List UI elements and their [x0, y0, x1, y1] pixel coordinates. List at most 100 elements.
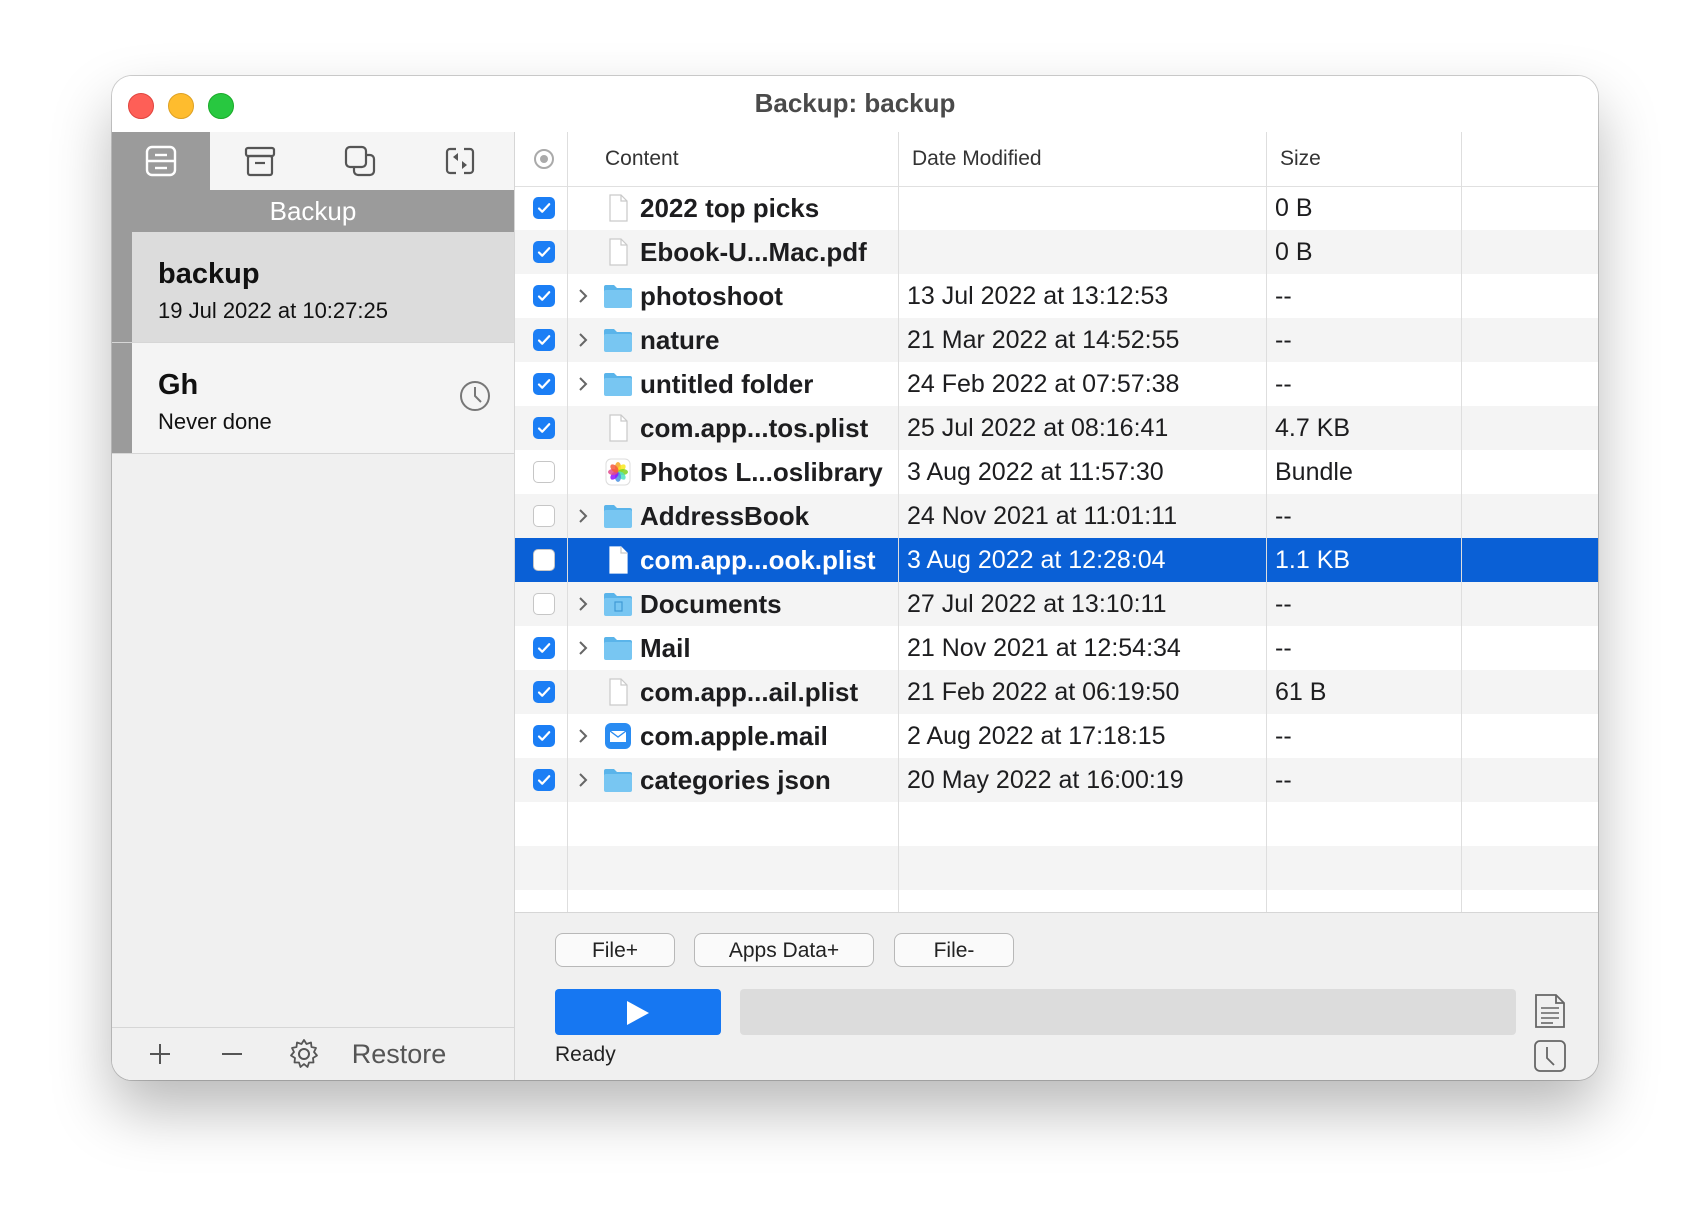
row-checkbox[interactable]	[533, 505, 555, 527]
file-date-modified: 21 Nov 2021 at 12:54:34	[907, 634, 1181, 662]
disclosure-chevron-icon[interactable]	[577, 507, 589, 525]
file-name: 2022 top picks	[640, 193, 820, 223]
file-name: Ebook-U...Mac.pdf	[640, 237, 867, 267]
row-checkbox[interactable]	[533, 593, 555, 615]
file-name: photoshoot	[640, 281, 783, 311]
folder-icon	[604, 329, 632, 352]
tab-archive[interactable]	[210, 132, 310, 190]
row-checkbox[interactable]	[533, 769, 555, 791]
disclosure-chevron-icon[interactable]	[577, 331, 589, 349]
item-indicator	[112, 343, 132, 453]
backup-name: backup	[158, 258, 260, 290]
add-apps-data-button[interactable]: Apps Data+	[694, 933, 874, 967]
column-header-date-modified[interactable]: Date Modified	[912, 132, 1042, 186]
table-row[interactable]: categories json 20 May 2022 at 16:00:19 --	[515, 758, 1598, 802]
checkmark-icon	[537, 291, 551, 301]
table-row[interactable]: com.app...tos.plist 25 Jul 2022 at 08:16:…	[515, 406, 1598, 450]
checkmark-icon	[537, 775, 551, 785]
row-checkbox[interactable]	[533, 197, 555, 219]
remove-backup-button[interactable]	[212, 1028, 252, 1080]
row-checkbox[interactable]	[533, 681, 555, 703]
backup-list-item[interactable]: backup 19 Jul 2022 at 10:27:25	[112, 232, 514, 343]
file-size: --	[1275, 766, 1292, 794]
sidebar-tabbar	[112, 132, 514, 191]
log-document-icon[interactable]	[1533, 993, 1567, 1029]
file-date-modified: 21 Mar 2022 at 14:52:55	[907, 326, 1180, 354]
file-size: --	[1275, 326, 1292, 354]
row-checkbox[interactable]	[533, 725, 555, 747]
file-size: 0 B	[1275, 194, 1313, 222]
tab-clone[interactable]	[310, 132, 410, 190]
minus-icon	[222, 1053, 242, 1055]
select-all-icon[interactable]	[533, 148, 555, 170]
clock-icon[interactable]	[458, 379, 492, 413]
sidebar-toolbar: Restore	[112, 1027, 514, 1080]
tab-sync[interactable]	[410, 132, 510, 190]
action-panel: File+ Apps Data+ File- Ready	[515, 912, 1598, 1080]
file-date-modified: 24 Feb 2022 at 07:57:38	[907, 370, 1180, 398]
checkmark-icon	[537, 247, 551, 257]
disclosure-chevron-icon[interactable]	[577, 595, 589, 613]
file-date-modified: 13 Jul 2022 at 13:12:53	[907, 282, 1169, 310]
settings-button[interactable]	[284, 1028, 324, 1080]
empty-row	[515, 846, 1598, 890]
disclosure-chevron-icon[interactable]	[577, 639, 589, 657]
photos-app-icon	[605, 458, 631, 486]
disclosure-chevron-icon[interactable]	[577, 771, 589, 789]
backup-last-run: 19 Jul 2022 at 10:27:25	[158, 298, 388, 323]
column-header-content[interactable]: Content	[605, 132, 679, 186]
file-name: Photos L...oslibrary	[640, 457, 883, 487]
row-checkbox[interactable]	[533, 637, 555, 659]
remove-file-button[interactable]: File-	[894, 933, 1014, 967]
table-row[interactable]: 2022 top picks 0 B	[515, 186, 1598, 230]
table-header: Content Date Modified Size	[515, 132, 1598, 187]
row-checkbox[interactable]	[533, 373, 555, 395]
add-file-button[interactable]: File+	[555, 933, 675, 967]
file-name: untitled folder	[640, 369, 814, 399]
disclosure-chevron-icon[interactable]	[577, 727, 589, 745]
table-row[interactable]: nature 21 Mar 2022 at 14:52:55 --	[515, 318, 1598, 362]
sync-icon	[445, 147, 475, 175]
table-row[interactable]: com.apple.mail 2 Aug 2022 at 17:18:15 --	[515, 714, 1598, 758]
table-row[interactable]: Ebook-U...Mac.pdf 0 B	[515, 230, 1598, 274]
file-size: Bundle	[1275, 458, 1353, 486]
file-size: 4.7 KB	[1275, 414, 1351, 442]
file-size: --	[1275, 370, 1292, 398]
plus-icon	[150, 1044, 170, 1064]
file-icon	[609, 546, 628, 574]
mail-app-icon	[605, 723, 631, 749]
column-header-size[interactable]: Size	[1280, 132, 1321, 186]
row-checkbox[interactable]	[533, 461, 555, 483]
backup-list-item[interactable]: Gh Never done	[112, 343, 514, 454]
table-row[interactable]: com.app...ook.plist 3 Aug 2022 at 12:28:0…	[515, 538, 1598, 582]
table-row[interactable]: photoshoot 13 Jul 2022 at 13:12:53 --	[515, 274, 1598, 318]
file-size: --	[1275, 502, 1292, 530]
file-size: --	[1275, 590, 1292, 618]
add-backup-button[interactable]	[140, 1028, 180, 1080]
disclosure-chevron-icon[interactable]	[577, 375, 589, 393]
file-icon	[609, 678, 628, 706]
start-backup-button[interactable]	[555, 989, 721, 1035]
table-row[interactable]: Documents 27 Jul 2022 at 13:10:11 --	[515, 582, 1598, 626]
file-size: --	[1275, 282, 1292, 310]
sidebar: Backup backup 19 Jul 2022 at 10:27:25 Gh…	[112, 132, 515, 1080]
file-date-modified: 3 Aug 2022 at 11:57:30	[907, 458, 1164, 486]
row-checkbox[interactable]	[533, 417, 555, 439]
table-row[interactable]: untitled folder 24 Feb 2022 at 07:57:38 --	[515, 362, 1598, 406]
checkmark-icon	[537, 731, 551, 741]
row-checkbox[interactable]	[533, 549, 555, 571]
table-row[interactable]: com.app...ail.plist 21 Feb 2022 at 06:19:…	[515, 670, 1598, 714]
table-row[interactable]: Photos L...oslibrary 3 Aug 2022 at 11:57:…	[515, 450, 1598, 494]
disclosure-chevron-icon[interactable]	[577, 287, 589, 305]
folder-icon	[604, 373, 632, 396]
table-row[interactable]: AddressBook 24 Nov 2021 at 11:01:11 --	[515, 494, 1598, 538]
table-row[interactable]: Mail 21 Nov 2021 at 12:54:34 --	[515, 626, 1598, 670]
tab-backup[interactable]	[112, 132, 210, 190]
play-icon	[627, 1001, 649, 1025]
row-checkbox[interactable]	[533, 285, 555, 307]
schedule-clock-icon[interactable]	[1533, 1039, 1567, 1073]
restore-button[interactable]: Restore	[344, 1028, 454, 1080]
row-checkbox[interactable]	[533, 241, 555, 263]
backup-name: Gh	[158, 369, 199, 401]
row-checkbox[interactable]	[533, 329, 555, 351]
